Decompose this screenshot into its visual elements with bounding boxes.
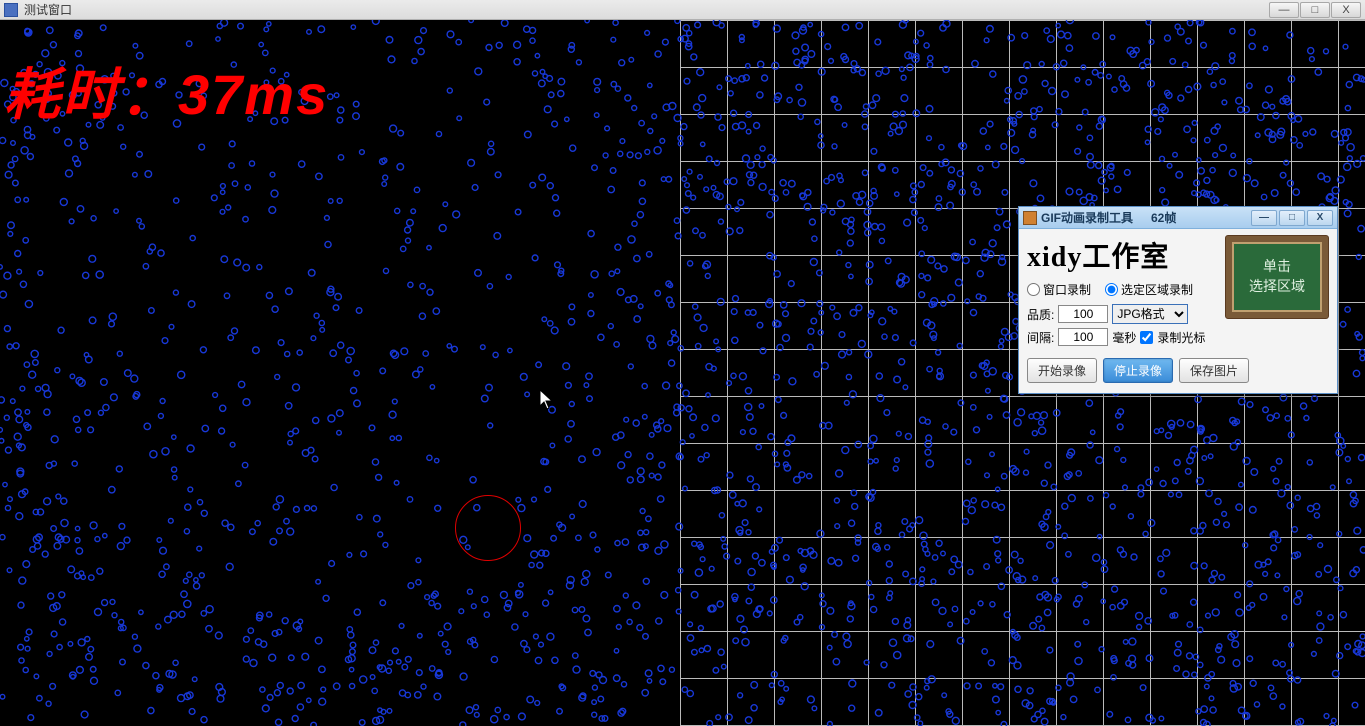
radio-region-record-input[interactable] (1105, 283, 1118, 296)
radio-window-record[interactable]: 窗口录制 (1027, 281, 1091, 298)
elapsed-time-overlay: 耗时：37ms (4, 50, 329, 131)
start-record-button[interactable]: 开始录像 (1027, 358, 1097, 383)
recorder-close-button[interactable]: X (1307, 210, 1333, 226)
elapsed-unit: ms (244, 63, 329, 126)
radio-window-record-input[interactable] (1027, 283, 1040, 296)
cursor-icon (540, 390, 556, 415)
recorder-minimize-button[interactable]: — (1251, 210, 1277, 226)
recorder-maximize-button[interactable]: □ (1279, 210, 1305, 226)
recorder-frames-label: 62帧 (1151, 209, 1176, 226)
record-cursor-label: 录制光标 (1157, 329, 1205, 346)
interval-unit: 毫秒 (1112, 329, 1136, 346)
app-icon (4, 3, 18, 17)
red-marker-circle (455, 495, 521, 561)
recorder-app-icon (1023, 211, 1037, 225)
interval-label: 间隔: (1027, 329, 1054, 346)
recorder-titlebar[interactable]: GIF动画录制工具 62帧 — □ X (1019, 207, 1337, 229)
quality-input[interactable] (1058, 305, 1108, 323)
main-window: 测试窗口 — □ X 耗时：37ms GIF动画录制工具 62帧 — □ X (0, 0, 1365, 726)
record-cursor-checkbox[interactable] (1140, 331, 1153, 344)
save-image-button[interactable]: 保存图片 (1179, 358, 1249, 383)
gif-recorder-window[interactable]: GIF动画录制工具 62帧 — □ X xidy工作室 窗口录制 (1018, 206, 1338, 394)
maximize-button[interactable]: □ (1300, 2, 1330, 18)
recorder-brand: xidy工作室 (1027, 235, 1217, 275)
elapsed-value: 37 (178, 63, 244, 126)
main-window-title: 测试窗口 (24, 1, 1269, 18)
recorder-title: GIF动画录制工具 (1041, 209, 1133, 226)
chalkboard-line1: 单击 (1263, 257, 1291, 277)
elapsed-prefix: 耗时： (4, 63, 178, 126)
interval-input[interactable] (1058, 328, 1108, 346)
close-button[interactable]: X (1331, 2, 1361, 18)
radio-window-label: 窗口录制 (1043, 281, 1091, 298)
stop-record-button[interactable]: 停止录像 (1103, 358, 1173, 383)
radio-region-label: 选定区域录制 (1121, 281, 1193, 298)
select-region-button[interactable]: 单击 选择区域 (1225, 235, 1329, 319)
radio-region-record[interactable]: 选定区域录制 (1105, 281, 1193, 298)
format-select[interactable]: JPG格式 (1112, 304, 1188, 324)
chalkboard-line2: 选择区域 (1249, 277, 1305, 297)
quality-label: 品质: (1027, 306, 1054, 323)
minimize-button[interactable]: — (1269, 2, 1299, 18)
main-window-titlebar[interactable]: 测试窗口 — □ X (0, 0, 1365, 20)
